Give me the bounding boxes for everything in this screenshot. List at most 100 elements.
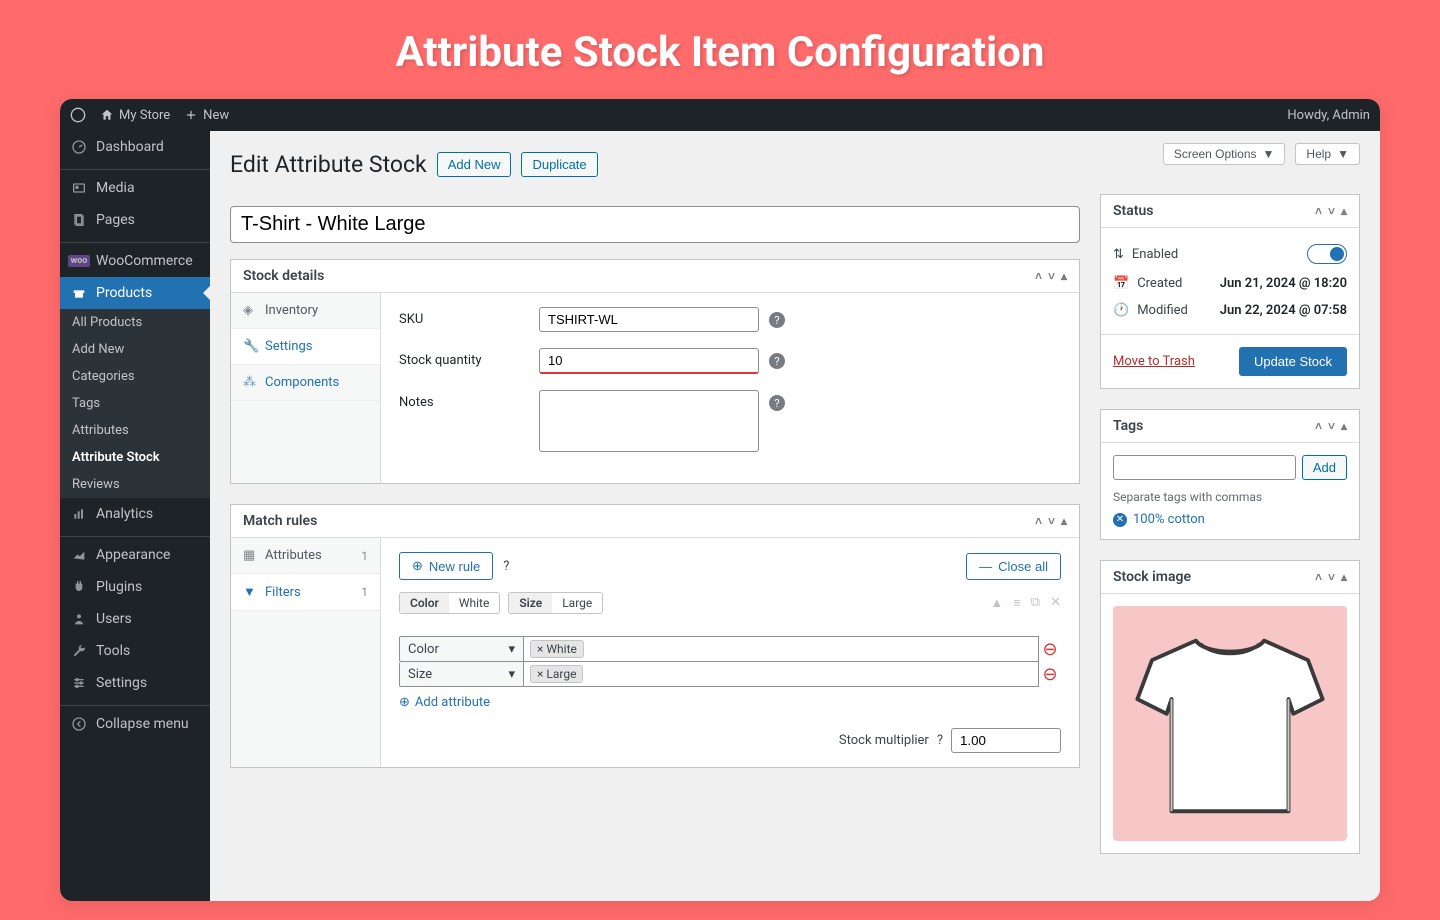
users-icon	[70, 611, 88, 627]
sort-icon[interactable]: ▲	[990, 595, 1003, 611]
add-new-button[interactable]: Add New	[437, 152, 512, 177]
help-icon[interactable]: ?	[769, 353, 785, 369]
menu-pages[interactable]: Pages	[60, 204, 210, 236]
chevron-down-icon: ▾	[508, 667, 515, 682]
submenu-reviews[interactable]: Reviews	[60, 471, 210, 498]
menu-appearance[interactable]: Appearance	[60, 536, 210, 571]
panel-down-icon[interactable]: ˅	[1048, 269, 1055, 283]
stock-image[interactable]	[1113, 606, 1347, 841]
submenu-attribute-stock[interactable]: Attribute Stock	[60, 444, 210, 471]
minus-icon: —	[979, 559, 992, 574]
panel-toggle-icon[interactable]: ▴	[1061, 269, 1067, 283]
tags-input[interactable]	[1113, 455, 1296, 480]
trash-link[interactable]: Move to Trash	[1113, 354, 1195, 369]
rule-chip[interactable]: Color White	[399, 592, 500, 614]
tools-icon	[70, 643, 88, 659]
calendar-icon: 📅	[1113, 276, 1129, 291]
submenu-all-products[interactable]: All Products	[60, 309, 210, 336]
inventory-icon: ◈	[243, 303, 257, 318]
tab-components[interactable]: ⁂ Components	[231, 365, 380, 401]
site-link[interactable]: My Store	[100, 108, 170, 123]
menu-dashboard[interactable]: Dashboard	[60, 131, 210, 163]
menu-settings[interactable]: Settings	[60, 667, 210, 699]
remove-row-button[interactable]: ⊖	[1039, 662, 1061, 687]
tab-attributes[interactable]: ▦ Attributes 1	[231, 538, 380, 574]
page-heading: Edit Attribute Stock	[230, 151, 427, 178]
attribute-select[interactable]: Size ▾	[399, 662, 524, 687]
menu-plugins[interactable]: Plugins	[60, 571, 210, 603]
attribute-value[interactable]: ×White	[524, 636, 1039, 662]
attribute-select[interactable]: Color ▾	[399, 636, 524, 662]
tab-filters[interactable]: ▼ Filters 1	[231, 574, 380, 611]
remove-tag-button[interactable]: ✕	[1113, 513, 1127, 527]
tab-inventory[interactable]: ◈ Inventory	[231, 293, 380, 329]
tab-settings[interactable]: 🔧 Settings	[231, 329, 380, 365]
plus-circle-icon: ⊕	[399, 695, 410, 710]
panel-down-icon[interactable]: ˅	[1048, 514, 1055, 528]
help-icon[interactable]: ?	[503, 559, 509, 574]
submenu-categories[interactable]: Categories	[60, 363, 210, 390]
tshirt-icon	[1113, 606, 1347, 841]
help-button[interactable]: Help ▼	[1295, 143, 1360, 165]
enabled-icon: ⇅	[1113, 247, 1124, 262]
remove-row-button[interactable]: ⊖	[1039, 636, 1061, 662]
tags-panel: Tags ˄˅▴ Add Separate tags with commas ✕	[1100, 409, 1360, 540]
wp-logo[interactable]	[70, 107, 86, 123]
add-tag-button[interactable]: Add	[1302, 455, 1347, 480]
menu-users[interactable]: Users	[60, 603, 210, 635]
wp-admin-frame: My Store New Howdy, Admin Dashboard Medi…	[60, 99, 1380, 901]
notes-label: Notes	[399, 390, 529, 410]
attribute-row: Size ▾ ×Large ⊖	[399, 662, 1061, 687]
update-stock-button[interactable]: Update Stock	[1239, 347, 1347, 376]
close-icon[interactable]: ✕	[1050, 595, 1061, 611]
menu-tools[interactable]: Tools	[60, 635, 210, 667]
new-content[interactable]: New	[184, 108, 229, 123]
title-input[interactable]	[230, 206, 1080, 243]
panel-toggle-icon[interactable]: ▴	[1061, 514, 1067, 528]
menu-collapse[interactable]: Collapse menu	[60, 705, 210, 740]
panel-up-icon[interactable]: ˄	[1035, 514, 1042, 528]
close-all-button[interactable]: — Close all	[966, 553, 1061, 580]
appearance-icon	[70, 547, 88, 563]
help-icon[interactable]: ?	[769, 312, 785, 328]
list-icon[interactable]: ≡	[1013, 595, 1021, 611]
menu-analytics[interactable]: Analytics	[60, 498, 210, 530]
copy-icon[interactable]: ⧉	[1031, 595, 1040, 611]
site-name-label: My Store	[119, 108, 170, 123]
multiplier-input[interactable]	[951, 728, 1061, 753]
new-label: New	[203, 108, 229, 123]
menu-media[interactable]: Media	[60, 169, 210, 204]
submenu-attributes[interactable]: Attributes	[60, 417, 210, 444]
attribute-value[interactable]: ×Large	[524, 662, 1039, 687]
menu-products[interactable]: Products	[60, 277, 210, 309]
qty-input[interactable]	[539, 348, 759, 374]
sku-input[interactable]	[539, 307, 759, 332]
qty-label: Stock quantity	[399, 348, 529, 368]
chip-remove-icon[interactable]: ×	[537, 667, 543, 681]
screen-options-button[interactable]: Screen Options ▼	[1163, 143, 1286, 165]
notes-input[interactable]	[539, 390, 759, 452]
chip-remove-icon[interactable]: ×	[537, 642, 543, 656]
help-icon[interactable]: ?	[769, 395, 785, 411]
plus-icon: ⊕	[412, 558, 423, 574]
user-greeting[interactable]: Howdy, Admin	[1287, 108, 1370, 123]
add-attribute-link[interactable]: ⊕ Add attribute	[399, 695, 490, 710]
created-value: Jun 21, 2024 @ 18:20	[1220, 276, 1347, 291]
analytics-icon	[70, 506, 88, 522]
duplicate-button[interactable]: Duplicate	[521, 152, 597, 177]
new-rule-button[interactable]: ⊕ New rule	[399, 552, 493, 580]
rule-chip[interactable]: Size Large	[508, 592, 603, 614]
panel-title: Stock image	[1113, 569, 1191, 585]
sku-label: SKU	[399, 307, 529, 327]
submenu-add-new[interactable]: Add New	[60, 336, 210, 363]
menu-woocommerce[interactable]: woo WooCommerce	[60, 242, 210, 277]
attribute-row: Color ▾ ×White ⊖	[399, 636, 1061, 662]
match-rules-panel: Match rules ˄˅▴ ▦ Attributes 1	[230, 504, 1080, 768]
help-icon[interactable]: ?	[937, 733, 943, 748]
products-icon	[70, 285, 88, 301]
submenu-tags[interactable]: Tags	[60, 390, 210, 417]
status-panel: Status ˄˅▴ ⇅Enabled 📅Created Jun 21, 202…	[1100, 194, 1360, 389]
enabled-toggle[interactable]	[1307, 244, 1347, 264]
products-submenu: All Products Add New Categories Tags Att…	[60, 309, 210, 498]
panel-up-icon[interactable]: ˄	[1035, 269, 1042, 283]
